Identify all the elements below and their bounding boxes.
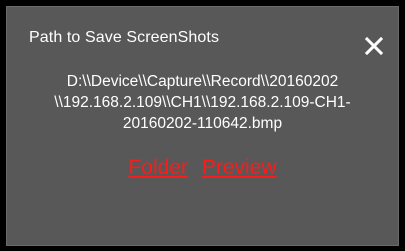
save-path-line-1: D:\\Device\\Capture\\Record\\20160202 xyxy=(66,73,339,90)
save-path-line-2: \\192.168.2.109\\CH1\\192.168.2.109-CH1- xyxy=(54,94,351,111)
preview-link[interactable]: Preview xyxy=(202,156,277,179)
save-path-text: D:\\Device\\Capture\\Record\\20160202 \\… xyxy=(7,71,398,134)
close-button[interactable] xyxy=(363,35,385,57)
folder-link[interactable]: Folder xyxy=(128,156,188,179)
dialog-titlebar: Path to Save ScreenShots xyxy=(7,7,398,69)
save-path-line-3: 20160202-110642.bmp xyxy=(122,115,283,132)
outer-frame: Path to Save ScreenShots D:\\Device\\Cap… xyxy=(0,0,405,251)
dialog-title: Path to Save ScreenShots xyxy=(29,29,220,46)
screenshot-path-dialog: Path to Save ScreenShots D:\\Device\\Cap… xyxy=(6,6,399,246)
action-links: Folder Preview xyxy=(7,156,398,180)
close-icon xyxy=(364,36,384,56)
